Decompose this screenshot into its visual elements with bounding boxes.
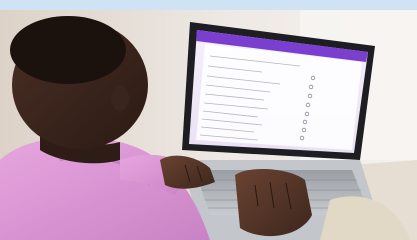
stock-photo	[0, 10, 417, 240]
top-band	[0, 0, 417, 10]
person-hair	[10, 16, 126, 84]
person-ear	[111, 85, 129, 111]
photo-frame	[0, 0, 417, 240]
screen-form-card	[196, 44, 362, 150]
